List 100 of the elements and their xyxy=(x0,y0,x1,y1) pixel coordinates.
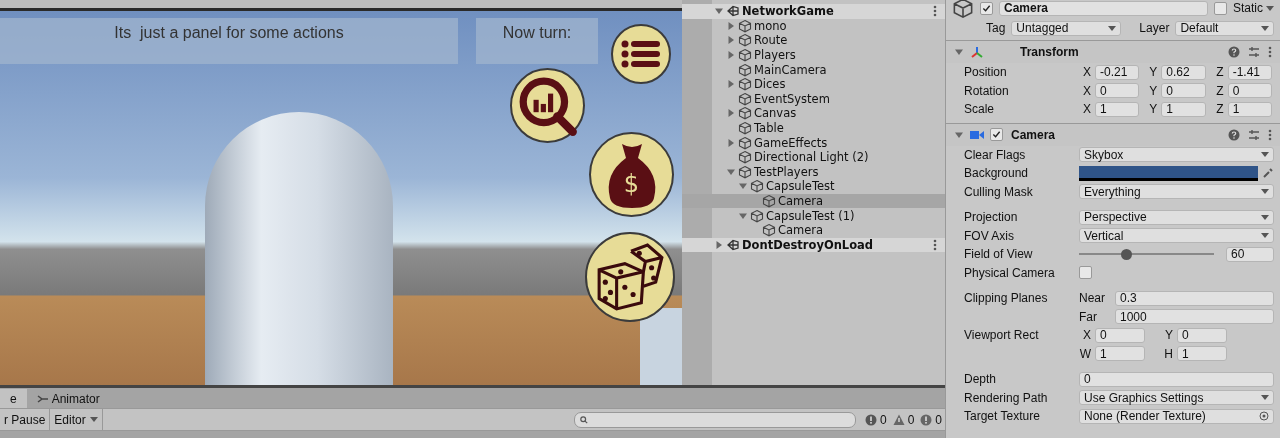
expanded-arrow-icon[interactable] xyxy=(955,130,963,139)
eyedropper-icon[interactable] xyxy=(1262,167,1274,180)
number-field[interactable]: 1 xyxy=(1177,346,1227,362)
hierarchy-item[interactable]: Dices xyxy=(682,76,945,92)
static-checkbox[interactable] xyxy=(1214,1,1227,15)
hierarchy-item[interactable]: GameEffects xyxy=(682,135,945,150)
cube-icon xyxy=(738,106,752,121)
cube-icon xyxy=(738,121,752,136)
number-field[interactable]: 0.3 xyxy=(1115,290,1274,306)
hierarchy-item[interactable]: DontDestroyOnLoad xyxy=(682,237,945,253)
menu-button[interactable] xyxy=(611,24,671,84)
more-options-icon[interactable] xyxy=(1268,46,1272,58)
expanded-arrow-icon[interactable] xyxy=(955,48,963,56)
component-title: Transform xyxy=(1020,45,1079,59)
number-field[interactable]: 1 xyxy=(1161,101,1206,117)
expanded-arrow-icon[interactable] xyxy=(727,167,735,176)
property-label: Physical Camera xyxy=(964,265,1056,280)
panel-tab[interactable]: e xyxy=(0,389,27,408)
money-button[interactable]: $ xyxy=(589,132,674,217)
hierarchy-item[interactable]: Camera xyxy=(682,222,945,238)
more-options-icon[interactable] xyxy=(933,238,937,251)
panel-tab[interactable]: Animator xyxy=(26,389,110,408)
hierarchy-item[interactable]: Route xyxy=(682,33,945,48)
checkbox[interactable] xyxy=(1079,266,1092,280)
dropdown-field[interactable]: Everything xyxy=(1079,184,1274,200)
collapsed-arrow-icon[interactable] xyxy=(727,109,735,118)
hierarchy-item[interactable]: TestPlayers xyxy=(682,164,945,180)
tag-dropdown[interactable]: Untagged xyxy=(1011,20,1122,36)
help-icon[interactable] xyxy=(1228,46,1240,58)
number-field[interactable]: -0.21 xyxy=(1095,64,1140,80)
hierarchy-item[interactable]: Table xyxy=(682,120,945,136)
number-field[interactable]: 0 xyxy=(1095,83,1140,99)
cube-icon xyxy=(750,179,764,194)
dropdown-field[interactable]: Vertical xyxy=(1079,228,1274,244)
dropdown-caret-icon xyxy=(89,417,98,422)
hierarchy-item[interactable]: Canvas xyxy=(682,106,945,121)
number-field[interactable]: 1 xyxy=(1095,101,1140,117)
hierarchy-item[interactable]: MainCamera xyxy=(682,62,945,77)
search-field[interactable] xyxy=(573,411,856,428)
hierarchy-item[interactable]: Players xyxy=(682,47,945,63)
dropdown-field[interactable]: Use Graphics Settings xyxy=(1079,390,1274,406)
axis-label: Z xyxy=(1215,83,1224,98)
axis-label: Y xyxy=(1164,328,1173,343)
hierarchy-item[interactable]: NetworkGame xyxy=(682,4,945,19)
active-checkbox[interactable] xyxy=(980,1,993,15)
enabled-checkbox[interactable] xyxy=(990,128,1003,141)
target-icon[interactable] xyxy=(1259,411,1269,422)
hierarchy-item[interactable]: CapsuleTest (1) xyxy=(682,208,945,223)
hierarchy-item[interactable]: CapsuleTest xyxy=(682,179,945,194)
pause-button[interactable]: r Pause xyxy=(0,409,51,430)
transform-axes-icon xyxy=(970,45,984,59)
settings-sliders-icon[interactable] xyxy=(1248,128,1260,141)
hierarchy-item[interactable]: Directional Light (2) xyxy=(682,149,945,165)
number-field[interactable]: 1000 xyxy=(1115,309,1274,325)
expanded-arrow-icon[interactable] xyxy=(739,211,747,220)
number-field[interactable]: -1.41 xyxy=(1227,64,1272,80)
number-field[interactable]: 0 xyxy=(1161,83,1206,99)
expanded-arrow-icon[interactable] xyxy=(739,182,747,191)
collapsed-arrow-icon[interactable] xyxy=(727,80,735,89)
more-options-icon[interactable] xyxy=(933,5,937,18)
object-field[interactable]: None (Render Texture) xyxy=(1079,408,1274,424)
number-field[interactable]: 0.62 xyxy=(1161,64,1206,80)
number-field[interactable]: 1 xyxy=(1227,101,1272,117)
editor-dropdown[interactable]: Editor xyxy=(50,409,103,430)
log-count-toggle[interactable]: 0 xyxy=(889,412,918,427)
collapsed-arrow-icon[interactable] xyxy=(727,138,735,147)
search-icon xyxy=(579,415,588,424)
panel-text: Its just a panel for some actions xyxy=(114,24,344,43)
settings-sliders-icon[interactable] xyxy=(1248,46,1260,58)
layer-label: Layer xyxy=(1139,21,1170,35)
number-field[interactable]: 0 xyxy=(1079,371,1274,387)
hierarchy-item[interactable]: Camera xyxy=(682,193,945,209)
collapsed-arrow-icon[interactable] xyxy=(715,240,723,249)
collapsed-arrow-icon[interactable] xyxy=(727,51,735,60)
number-field[interactable]: 0 xyxy=(1177,327,1227,343)
expanded-arrow-icon[interactable] xyxy=(715,7,723,16)
log-count-toggle[interactable]: 0 xyxy=(917,412,945,427)
layer-dropdown[interactable]: Default xyxy=(1175,20,1274,36)
static-dropdown[interactable]: Static xyxy=(1233,1,1274,15)
more-options-icon[interactable] xyxy=(1268,128,1272,141)
help-icon[interactable] xyxy=(1228,128,1240,141)
property-label: Viewport Rect xyxy=(964,328,1040,343)
axis-label: Z xyxy=(1215,65,1224,80)
value-field[interactable]: 60 xyxy=(1226,246,1274,262)
dropdown-field[interactable]: Perspective xyxy=(1079,209,1274,225)
name-field[interactable]: Camera xyxy=(999,0,1208,16)
hierarchy-item[interactable]: EventSystem xyxy=(682,91,945,107)
number-field[interactable]: 0 xyxy=(1095,327,1145,343)
collapsed-arrow-icon[interactable] xyxy=(727,36,735,45)
dropdown-field[interactable]: Skybox xyxy=(1079,147,1274,163)
dropdown-caret-icon xyxy=(1261,152,1269,158)
log-count-toggle[interactable]: 0 xyxy=(861,412,890,427)
info-icon xyxy=(864,413,877,426)
color-swatch[interactable] xyxy=(1079,165,1258,181)
number-field[interactable]: 0 xyxy=(1227,83,1272,99)
collapsed-arrow-icon[interactable] xyxy=(727,21,735,30)
hierarchy-item[interactable]: mono xyxy=(682,18,945,34)
property-label: FOV Axis xyxy=(964,228,1015,243)
slider-thumb[interactable] xyxy=(1121,248,1133,260)
number-field[interactable]: 1 xyxy=(1095,346,1145,362)
